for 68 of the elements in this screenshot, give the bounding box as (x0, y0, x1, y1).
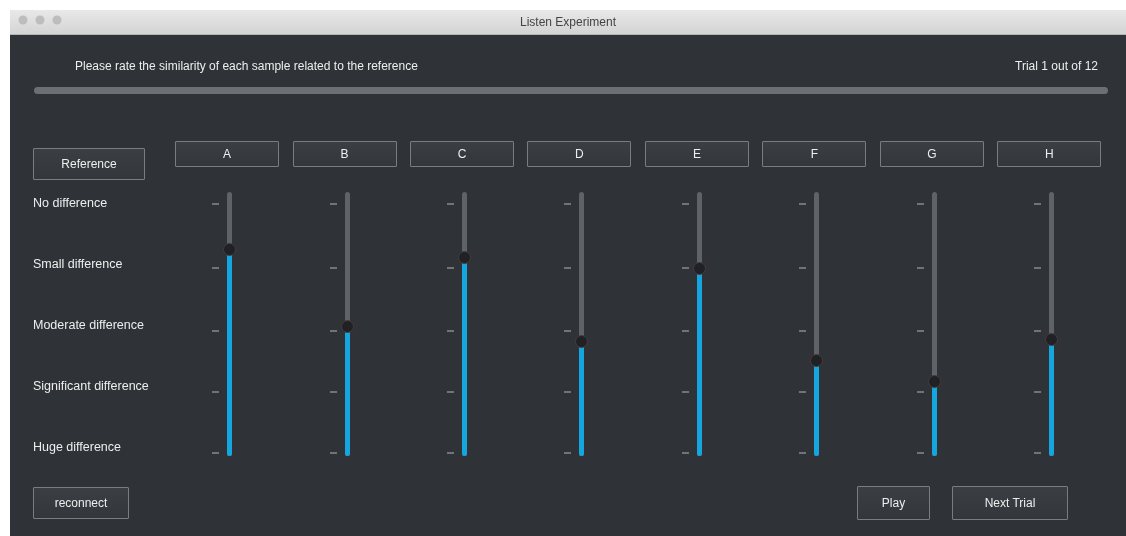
tick-mark (681, 330, 689, 332)
tick-mark (681, 267, 689, 269)
tick-mark (916, 452, 924, 454)
slider-thumb[interactable] (340, 319, 354, 333)
tick-mark (447, 267, 454, 269)
tick-mark (799, 203, 807, 205)
tick-mark (799, 330, 807, 332)
slider-thumb[interactable] (1045, 332, 1059, 346)
instruction-text: Please rate the similarity of each sample related to the reference (75, 59, 418, 73)
reference-button[interactable]: Reference (33, 148, 145, 180)
tick-mark (447, 203, 454, 205)
scale-label: No difference (33, 194, 109, 212)
sample-button[interactable]: F (762, 141, 867, 167)
sample-button[interactable]: G (879, 141, 984, 167)
tick-mark (916, 330, 924, 332)
tick-mark (681, 391, 689, 393)
tick-mark (329, 391, 337, 393)
tick-mark (212, 203, 220, 205)
scale-label: Small difference (33, 255, 124, 273)
tick-mark (1034, 452, 1042, 454)
tick-mark (916, 203, 924, 205)
slider-thumb[interactable] (810, 353, 824, 367)
tick-mark (1034, 391, 1042, 393)
tick-mark (916, 267, 924, 269)
tick-mark (564, 391, 572, 393)
scale-label: Significant difference (33, 377, 150, 395)
scale-label: Huge difference (33, 438, 123, 456)
sample-button[interactable]: H (997, 141, 1102, 167)
tick-mark (564, 452, 572, 454)
tick-mark (799, 267, 807, 269)
sample-button[interactable]: C (410, 141, 514, 167)
slider-thumb[interactable] (927, 375, 941, 389)
tick-mark (799, 452, 807, 454)
tick-mark (212, 267, 220, 269)
tick-mark (681, 452, 689, 454)
tick-mark (1034, 267, 1042, 269)
tick-mark (447, 330, 454, 332)
tick-mark (447, 391, 454, 393)
sample-button[interactable]: B (292, 141, 397, 167)
tick-mark (916, 391, 924, 393)
next-trial-button[interactable]: Next Trial (952, 486, 1068, 520)
tick-mark (564, 203, 572, 205)
tick-mark (799, 391, 807, 393)
tick-mark (564, 330, 572, 332)
tick-mark (329, 330, 337, 332)
tick-mark (1034, 330, 1042, 332)
trial-counter: Trial 1 out of 12 (1015, 59, 1098, 73)
sample-button[interactable]: E (644, 141, 749, 167)
sample-button[interactable]: A (175, 141, 280, 167)
tick-mark (329, 452, 337, 454)
tick-mark (681, 203, 689, 205)
tick-mark (212, 391, 220, 393)
play-button[interactable]: Play (857, 486, 930, 520)
tick-mark (329, 203, 337, 205)
slider-thumb[interactable] (692, 261, 706, 275)
reconnect-button[interactable]: reconnect (33, 487, 129, 519)
scale-label: Moderate difference (33, 316, 145, 334)
tick-mark (564, 267, 572, 269)
tick-mark (1034, 203, 1042, 205)
tick-mark (329, 267, 337, 269)
tick-mark (212, 330, 220, 332)
sample-button[interactable]: D (527, 141, 632, 167)
window-title: Listen Experiment (519, 15, 616, 29)
tick-mark (447, 452, 454, 454)
slider-thumb[interactable] (223, 243, 237, 257)
tick-mark (212, 452, 220, 454)
slider-thumb[interactable] (575, 335, 589, 349)
slider-thumb[interactable] (458, 251, 471, 264)
